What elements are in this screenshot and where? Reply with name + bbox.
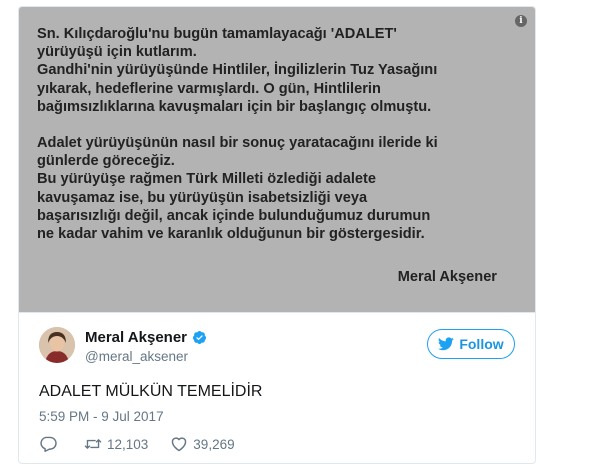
verified-badge-icon [192,330,207,345]
retweet-count: 12,103 [107,436,149,452]
like-count: 39,269 [193,436,235,452]
quote-line: bağımsızlıklarına kavuşmaları için bir b… [37,98,432,115]
quote-line: Sn. Kılıçdaroğlu'nu bugün tamamlayacağı … [37,26,397,42]
info-icon[interactable]: i [515,15,527,27]
heart-icon [172,437,187,452]
display-name[interactable]: Meral Akşener [85,329,187,346]
follow-label: Follow [459,336,504,352]
handle[interactable]: @meral_aksener [85,349,188,364]
follow-button[interactable]: Follow [427,329,515,359]
tweet-actions: 12,103 39,269 [39,433,257,455]
embedded-tweet-card: i Sn. Kılıçdaroğlu'nu bugün tamamlayacağ… [18,6,536,464]
quote-line: başarısızlığı değil, ancak içinde bulund… [37,207,431,224]
tweet-image[interactable]: i Sn. Kılıçdaroğlu'nu bugün tamamlayacağ… [19,7,535,313]
quote-line: günlerde göreceğiz. [37,153,175,170]
quote-line: yürüyüşü için kutlarım. [37,44,197,61]
quote-line: Gandhi'nin yürüyüşünde Hintliler, İngili… [37,62,438,79]
quote-line: ne kadar vahim ve karanlık olduğunun bir… [37,226,425,243]
avatar[interactable] [39,327,75,363]
image-signature: Meral Akşener [397,269,497,285]
name-row[interactable]: Meral Akşener [85,329,207,346]
quote-line: Bu yürüyüşe rağmen Türk Milleti özlediği… [37,171,376,188]
retweet-icon [84,439,102,449]
quote-paragraph-1: Sn. Kılıçdaroğlu'nu bugün tamamlayacağı … [37,25,507,116]
timestamp[interactable]: 5:59 PM - 9 Jul 2017 [39,409,164,424]
quote-line: yıkarak, hedeflerine varmışlardı. O gün,… [37,80,381,97]
tweet-header: Meral Akşener @meral_aksener Follow [39,325,515,369]
reply-button[interactable] [39,436,62,452]
twitter-bird-icon [438,337,455,351]
quote-paragraph-2: Adalet yürüyüşünün nasıl bir sonuç yarat… [37,134,507,243]
tweet-text: ADALET MÜLKÜN TEMELİDİR [39,383,263,400]
reply-icon [40,436,57,452]
image-quote-text: Sn. Kılıçdaroğlu'nu bugün tamamlayacağı … [37,25,507,261]
quote-line: Adalet yürüyüşünün nasıl bir sonuç yarat… [37,135,438,152]
quote-line: kavuşamaz ise, bu yürüyüşün isabetsizliğ… [37,189,368,206]
like-button[interactable]: 39,269 [170,436,235,452]
avatar-portrait-icon [39,327,75,363]
retweet-button[interactable]: 12,103 [84,436,148,452]
